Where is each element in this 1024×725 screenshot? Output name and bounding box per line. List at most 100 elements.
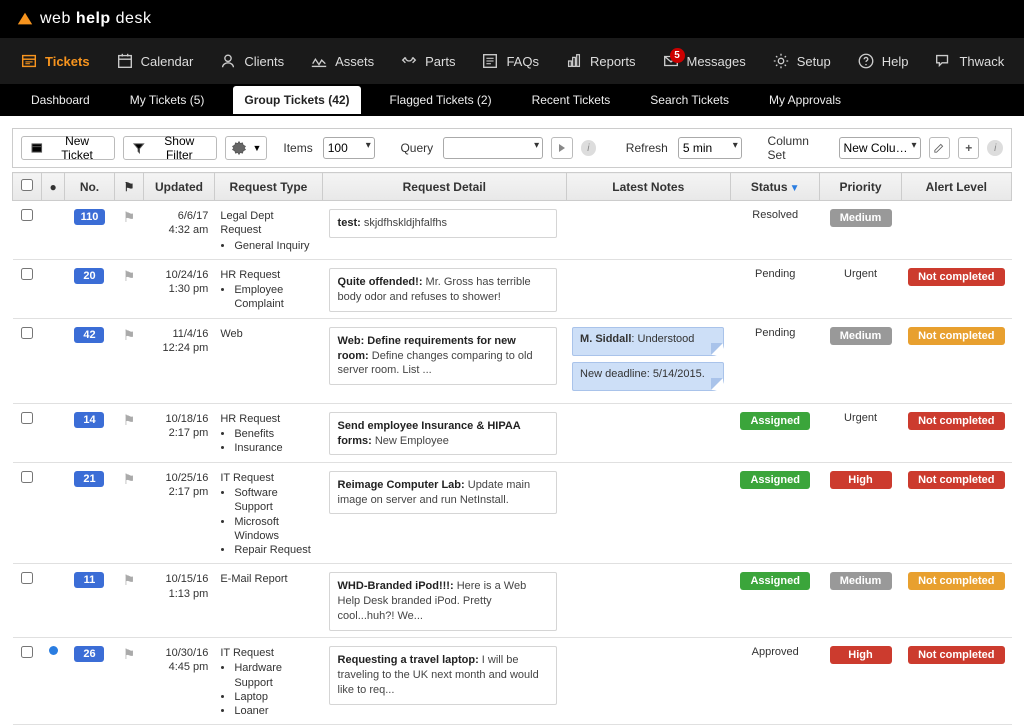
ticket-number[interactable]: 20 xyxy=(74,268,104,284)
nav-tickets[interactable]: Tickets xyxy=(8,46,102,76)
column-header[interactable]: Latest Notes xyxy=(566,173,730,201)
table-row[interactable]: 21⚑10/25/162:17 pmIT RequestSoftware Sup… xyxy=(13,462,1012,564)
nav-label: Help xyxy=(882,54,909,69)
column-header[interactable]: Updated xyxy=(144,173,215,201)
flag-icon[interactable]: ⚑ xyxy=(123,471,136,487)
subnav-item[interactable]: Flagged Tickets (2) xyxy=(379,86,503,114)
column-header[interactable]: ● xyxy=(42,173,65,201)
subnav-item[interactable]: Search Tickets xyxy=(639,86,740,114)
row-checkbox[interactable] xyxy=(21,412,33,424)
subnav-item[interactable]: Group Tickets (42) xyxy=(233,86,360,114)
request-subtype: Repair Request xyxy=(234,543,316,557)
nav-reports[interactable]: Reports xyxy=(553,46,648,76)
row-checkbox[interactable] xyxy=(21,646,33,658)
priority-pill: High xyxy=(830,646,892,664)
table-row[interactable]: 26⚑10/30/164:45 pmIT RequestHardware Sup… xyxy=(13,637,1012,724)
status-text: Pending xyxy=(755,327,795,339)
ticket-number[interactable]: 21 xyxy=(74,471,104,487)
row-checkbox[interactable] xyxy=(21,572,33,584)
ticket-number[interactable]: 26 xyxy=(74,646,104,662)
table-header-row: ●No.⚑UpdatedRequest TypeRequest DetailLa… xyxy=(13,173,1012,201)
request-detail[interactable]: WHD-Branded iPod!!!: Here is a Web Help … xyxy=(329,572,557,631)
request-type-cell: Web xyxy=(214,318,322,403)
column-header[interactable]: Request Type xyxy=(214,173,322,201)
note[interactable]: M. Siddall: Understood xyxy=(572,327,724,356)
table-row[interactable]: 110⚑6/6/174:32 amLegal Dept RequestGener… xyxy=(13,201,1012,260)
column-header[interactable]: Priority xyxy=(820,173,901,201)
nav-messages[interactable]: Messages5 xyxy=(650,46,758,76)
row-checkbox[interactable] xyxy=(21,268,33,280)
row-checkbox[interactable] xyxy=(21,471,33,483)
status-pill: Assigned xyxy=(740,412,810,430)
ticket-number[interactable]: 42 xyxy=(74,327,104,343)
flag-icon[interactable]: ⚑ xyxy=(123,327,136,343)
request-detail[interactable]: Send employee Insurance & HIPAA forms: N… xyxy=(329,412,557,456)
subnav-item[interactable]: Dashboard xyxy=(20,86,101,114)
query-run-button[interactable] xyxy=(551,137,572,159)
brand-logo-icon xyxy=(16,10,34,28)
request-type-cell: HR RequestEmployee Complaint xyxy=(214,259,322,318)
note[interactable]: New deadline: 5/14/2015. xyxy=(572,362,724,391)
query-select[interactable] xyxy=(443,137,543,159)
flag-icon[interactable]: ⚑ xyxy=(123,412,136,428)
select-all-checkbox[interactable] xyxy=(21,179,33,191)
nav-calendar[interactable]: Calendar xyxy=(104,46,206,76)
nav-setup[interactable]: Setup xyxy=(760,46,843,76)
priority-pill: Medium xyxy=(830,209,892,227)
ticket-number[interactable]: 11 xyxy=(74,572,104,588)
alert-pill: Not completed xyxy=(908,471,1004,489)
priority-pill: High xyxy=(830,471,892,489)
row-checkbox[interactable] xyxy=(21,327,33,339)
request-detail[interactable]: Web: Define requirements for new room: D… xyxy=(329,327,557,386)
column-header[interactable]: No. xyxy=(65,173,115,201)
nav-clients[interactable]: Clients xyxy=(207,46,296,76)
column-header[interactable]: Alert Level xyxy=(901,173,1011,201)
request-detail[interactable]: Quite offended!: Mr. Gross has terrible … xyxy=(329,268,557,312)
subnav-item[interactable]: My Approvals xyxy=(758,86,852,114)
notes-cell: M. Siddall: Understood New deadline: 5/14… xyxy=(566,318,730,403)
notes-cell xyxy=(566,462,730,564)
nav-assets[interactable]: Assets xyxy=(298,46,386,76)
row-checkbox[interactable] xyxy=(21,209,33,221)
flag-icon[interactable]: ⚑ xyxy=(123,572,136,588)
table-row[interactable]: 11⚑10/15/161:13 pmE-Mail ReportWHD-Brand… xyxy=(13,564,1012,638)
updated-cell: 10/24/161:30 pm xyxy=(144,259,215,318)
request-type-cell: IT RequestSoftware SupportMicrosoft Wind… xyxy=(214,462,322,564)
flag-icon[interactable]: ⚑ xyxy=(123,268,136,284)
flag-icon[interactable]: ⚑ xyxy=(123,646,136,662)
ticket-number[interactable]: 14 xyxy=(74,412,104,428)
table-row[interactable]: 42⚑11/4/1612:24 pmWebWeb: Define require… xyxy=(13,318,1012,403)
toolbar: New Ticket Show Filter ▼ Items 100 Query… xyxy=(12,128,1012,168)
flag-icon[interactable]: ⚑ xyxy=(123,209,136,225)
nav-faqs[interactable]: FAQs xyxy=(469,46,551,76)
column-header[interactable] xyxy=(13,173,42,201)
settings-gear-button[interactable]: ▼ xyxy=(225,136,267,160)
column-header[interactable]: Request Detail xyxy=(323,173,567,201)
request-detail[interactable]: Reimage Computer Lab: Update main image … xyxy=(329,471,557,515)
nav-help[interactable]: Help xyxy=(845,46,921,76)
request-subtype: Loaner xyxy=(234,704,316,718)
table-row[interactable]: 20 ⚑ 10/24/161:30 pmHR RequestEmployee Com… xyxy=(13,259,1012,318)
request-detail[interactable]: Requesting a travel laptop: I will be tr… xyxy=(329,646,557,705)
items-select[interactable]: 100 xyxy=(323,137,375,159)
nav-thwack[interactable]: Thwack xyxy=(922,46,1016,76)
column-header[interactable]: ⚑ xyxy=(114,173,143,201)
column-add-button[interactable]: + xyxy=(958,137,979,159)
updated-cell: 10/15/161:13 pm xyxy=(144,564,215,638)
table-row[interactable]: 14⚑10/18/162:17 pmHR RequestBenefitsInsu… xyxy=(13,403,1012,462)
main-nav: TicketsCalendarClientsAssetsPartsFAQs Rep… xyxy=(0,38,1024,84)
show-filter-button[interactable]: Show Filter xyxy=(123,136,218,160)
alert-pill: Not completed xyxy=(908,646,1004,664)
new-ticket-button[interactable]: New Ticket xyxy=(21,136,115,160)
subnav-item[interactable]: Recent Tickets xyxy=(521,86,622,114)
request-detail[interactable]: test: skjdfhskldjhfalfhs xyxy=(329,209,557,238)
nav-parts[interactable]: Parts xyxy=(388,46,467,76)
column-edit-button[interactable] xyxy=(929,137,950,159)
status-pill: Assigned xyxy=(740,471,810,489)
nav-label: Reports xyxy=(590,54,636,69)
column-set-select[interactable]: New Colu… xyxy=(839,137,921,159)
subnav-item[interactable]: My Tickets (5) xyxy=(119,86,216,114)
column-header[interactable]: Status▼ xyxy=(730,173,819,201)
refresh-select[interactable]: 5 min xyxy=(678,137,742,159)
ticket-number[interactable]: 110 xyxy=(74,209,106,225)
